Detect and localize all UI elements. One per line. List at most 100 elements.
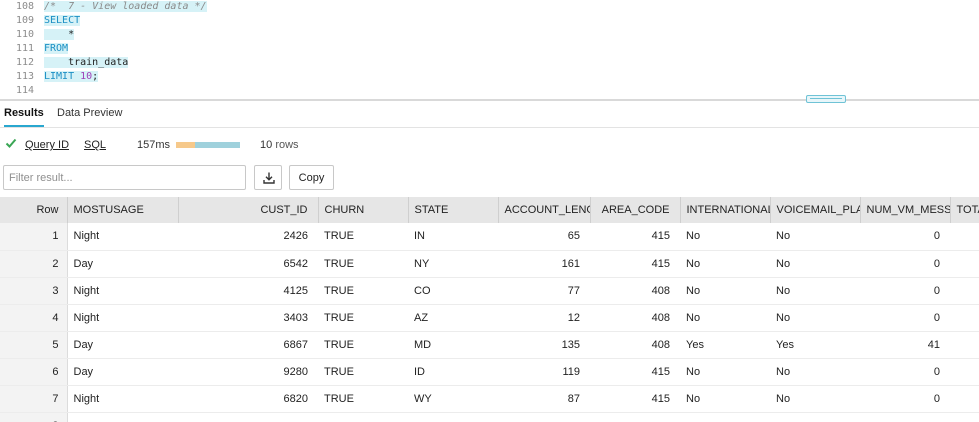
column-header[interactable]: MOSTUSAGE — [67, 197, 179, 223]
table-row[interactable]: 2Day6542TRUENY161415NoNo0332.9 — [0, 250, 979, 278]
duration-bar-compile — [176, 142, 196, 148]
table-cell: 12 — [498, 304, 590, 332]
column-header[interactable]: CHURN — [318, 197, 409, 223]
download-icon — [263, 172, 275, 184]
table-cell: No — [680, 277, 770, 305]
table-cell: 87 — [498, 385, 590, 413]
table-cell: 4125 — [178, 277, 318, 305]
table-cell: Day — [67, 331, 178, 359]
table-row[interactable]: 1Night2426TRUEIN65415NoNo0129.1 — [0, 223, 979, 251]
filter-input[interactable] — [3, 165, 246, 190]
table-cell: No — [680, 250, 770, 278]
code-token: FROM — [44, 43, 69, 54]
table-cell: 151 — [950, 385, 979, 413]
table-row[interactable]: 6Day9280TRUEID119415NoNo0159.1 — [0, 358, 979, 386]
table-cell: 77 — [498, 277, 590, 305]
line-number: 112 — [15, 57, 34, 68]
table-cell: 161 — [498, 250, 590, 278]
row-number: 3 — [0, 277, 68, 305]
table-cell: ID — [408, 358, 498, 386]
table-cell: TRUE — [318, 385, 408, 413]
code-token: LIMIT — [44, 71, 81, 82]
table-cell: Night — [67, 277, 178, 305]
sql-link[interactable]: SQL — [84, 139, 106, 151]
table-cell: 0 — [860, 277, 950, 305]
code-text: LIMIT 10; — [44, 70, 99, 84]
code-text: SELECT — [44, 14, 81, 28]
table-cell: Night — [67, 223, 178, 251]
table-row[interactable]: 4Night3403TRUEAZ12408NoNo0249.6 — [0, 304, 979, 332]
sql-editor[interactable]: 108 /* 7 - View loaded data */ 109 SELECT 11… — [0, 0, 979, 99]
table-cell — [178, 412, 318, 422]
code-line: 108 /* 7 - View loaded data */ — [0, 0, 979, 14]
table-cell: 65 — [498, 223, 590, 251]
tab-results[interactable]: Results — [4, 101, 44, 127]
table-cell: 0 — [860, 250, 950, 278]
code-token: /* 7 - View loaded data */ — [44, 1, 207, 12]
table-row[interactable]: 5Day6867TRUEMD135408YesYes41173.1 — [0, 331, 979, 359]
table-cell: 129.1 — [950, 223, 979, 251]
table-cell: 0 — [860, 223, 950, 251]
table-cell: NY — [408, 250, 498, 278]
table-cell: TRUE — [318, 223, 408, 251]
duration-bar — [176, 142, 240, 148]
table-row[interactable]: 8 — [0, 412, 979, 422]
code-text: FROM — [44, 42, 69, 56]
table-cell — [408, 412, 498, 422]
line-number: 113 — [15, 71, 34, 82]
table-cell: TRUE — [318, 277, 408, 305]
table-cell — [770, 412, 860, 422]
table-cell: 408 — [590, 304, 680, 332]
copy-button[interactable]: Copy — [289, 165, 334, 190]
query-id-link[interactable]: Query ID — [25, 139, 69, 151]
results-grid[interactable]: Row MOSTUSAGE CUST_ID CHURN STATE ACCOUNT_LEN… — [0, 197, 979, 422]
table-cell: No — [770, 304, 860, 332]
download-button[interactable] — [254, 165, 282, 190]
table-cell: TRUE — [318, 331, 408, 359]
table-cell: No — [680, 304, 770, 332]
column-header[interactable]: STATE — [408, 197, 499, 223]
line-number: 109 — [15, 15, 34, 26]
tab-data-preview[interactable]: Data Preview — [57, 101, 122, 127]
column-header[interactable]: AREA_CODE — [590, 197, 681, 223]
table-cell: 415 — [590, 385, 680, 413]
table-cell: 415 — [590, 223, 680, 251]
table-cell: 0 — [860, 304, 950, 332]
table-cell: No — [770, 250, 860, 278]
code-line: 112 train_data — [0, 56, 979, 70]
column-header[interactable]: VOICEMAIL_PLAN — [770, 197, 861, 223]
column-header[interactable]: CUST_ID — [178, 197, 319, 223]
column-header[interactable]: ACCOUNT_LENGTH — [498, 197, 591, 223]
table-cell: Yes — [680, 331, 770, 359]
code-line: 111 FROM — [0, 42, 979, 56]
code-text: * — [44, 28, 75, 42]
row-number: 8 — [0, 412, 68, 422]
table-cell: 135 — [498, 331, 590, 359]
row-number: 2 — [0, 250, 68, 278]
table-cell: Yes — [770, 331, 860, 359]
column-header[interactable]: TOTAL_DAY_MINUTES — [950, 197, 979, 223]
table-cell — [950, 412, 979, 422]
table-cell: Night — [67, 385, 178, 413]
table-cell: No — [680, 358, 770, 386]
column-header[interactable]: Row — [0, 197, 68, 223]
table-row[interactable]: 3Night4125TRUECO77408NoNo062.4 — [0, 277, 979, 305]
row-number: 7 — [0, 385, 68, 413]
table-cell: 3403 — [178, 304, 318, 332]
table-row[interactable]: 7Night6820TRUEWY87415NoNo0151 — [0, 385, 979, 413]
table-cell: AZ — [408, 304, 498, 332]
code-line: 113 LIMIT 10; — [0, 70, 979, 84]
column-header[interactable]: INTERNATIONAL_PLAN — [680, 197, 771, 223]
table-cell: TRUE — [318, 304, 408, 332]
code-token: 10 — [80, 71, 93, 82]
code-text: /* 7 - View loaded data */ — [44, 0, 207, 14]
column-header[interactable]: NUM_VM_MESSAGES — [860, 197, 951, 223]
table-header: Row MOSTUSAGE CUST_ID CHURN STATE ACCOUNT_LEN… — [0, 197, 979, 223]
table-cell: 249.6 — [950, 304, 979, 332]
table-cell: 6542 — [178, 250, 318, 278]
code-token: ; — [92, 71, 99, 82]
table-cell — [318, 412, 408, 422]
table-cell: Night — [67, 304, 178, 332]
table-cell: WY — [408, 385, 498, 413]
table-cell: 119 — [498, 358, 590, 386]
